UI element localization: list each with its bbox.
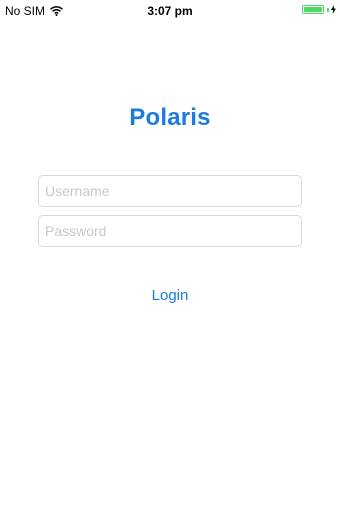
password-field[interactable] [38, 215, 302, 247]
battery-cap [327, 7, 329, 12]
login-screen: No SIM 3:07 pm Polaris Username Login [0, 0, 340, 510]
status-bar: No SIM 3:07 pm [0, 0, 340, 22]
login-button[interactable]: Login [120, 284, 220, 306]
battery-level-fill [304, 7, 322, 12]
bolt-icon [331, 5, 336, 14]
status-left: No SIM [5, 4, 64, 18]
carrier-label: No SIM [5, 4, 46, 18]
wifi-icon [50, 6, 64, 16]
battery-icon [302, 5, 324, 14]
username-field[interactable] [38, 175, 302, 207]
status-right [302, 5, 336, 14]
app-title: Polaris [129, 104, 211, 131]
